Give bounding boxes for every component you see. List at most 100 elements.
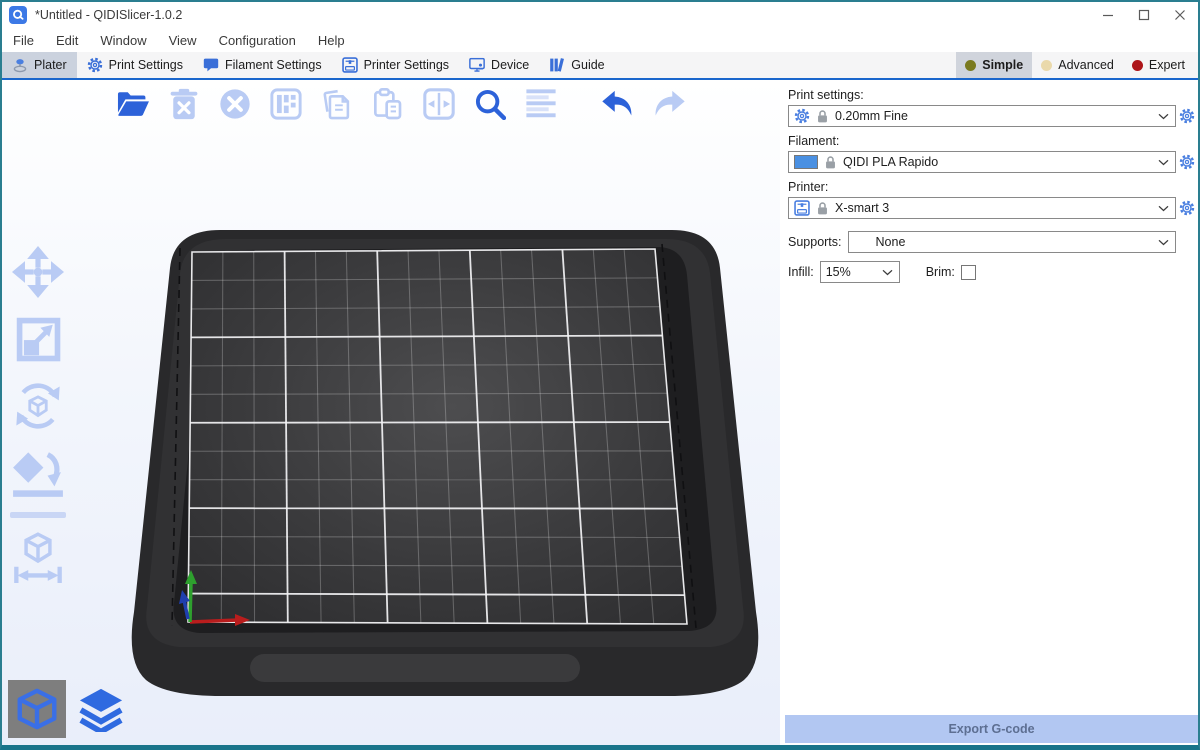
window-title: *Untitled - QIDISlicer-1.0.2	[35, 8, 182, 22]
mode-label: Expert	[1149, 58, 1185, 72]
minimize-button[interactable]	[1090, 2, 1126, 28]
redo-button[interactable]	[650, 86, 688, 122]
delete-button[interactable]	[165, 86, 203, 122]
tab-plater[interactable]: Plater	[2, 52, 77, 78]
open-button[interactable]	[114, 86, 152, 122]
search-button[interactable]	[471, 86, 509, 122]
mode-selector: Simple Advanced Expert	[956, 52, 1198, 78]
filament-color-swatch	[794, 155, 818, 169]
menu-configuration[interactable]: Configuration	[208, 33, 307, 48]
layers-preview-view-button[interactable]	[72, 680, 130, 738]
filament-combobox[interactable]: QIDI PLA Rapido	[788, 151, 1176, 173]
scale-button[interactable]	[10, 311, 66, 367]
3d-viewport[interactable]	[2, 80, 780, 745]
tab-guide[interactable]: Guide	[539, 52, 614, 78]
mode-label: Simple	[982, 58, 1023, 72]
printer-value: X-smart 3	[835, 201, 1152, 215]
settings-panel: Print settings: 0.20mm Fine Filament: QI…	[780, 80, 1198, 745]
plater-icon	[12, 57, 28, 73]
tab-label: Print Settings	[109, 58, 183, 72]
tab-device[interactable]: Device	[459, 52, 539, 78]
app-logo-icon	[9, 6, 27, 24]
3d-editor-view-button[interactable]	[8, 680, 66, 738]
menu-help[interactable]: Help	[307, 33, 356, 48]
menu-window[interactable]: Window	[89, 33, 157, 48]
undo-button[interactable]	[599, 86, 637, 122]
lock-icon	[816, 201, 829, 215]
measure-button[interactable]	[10, 529, 66, 585]
filament-label: Filament:	[788, 134, 1198, 148]
edit-printer-button[interactable]	[1176, 197, 1198, 219]
printer-icon	[794, 200, 810, 216]
menubar: File Edit Window View Configuration Help	[2, 28, 1198, 52]
move-button[interactable]	[10, 244, 66, 300]
printer-combobox[interactable]: X-smart 3	[788, 197, 1176, 219]
print-settings-label: Print settings:	[788, 88, 1198, 102]
copy-button[interactable]	[318, 86, 356, 122]
chevron-down-icon	[1158, 159, 1169, 166]
view-switch	[8, 680, 130, 738]
close-button[interactable]	[1162, 2, 1198, 28]
simple-mode-dot-icon	[965, 60, 976, 71]
mode-simple[interactable]: Simple	[956, 52, 1032, 78]
printer-icon	[342, 57, 358, 73]
menu-file[interactable]: File	[2, 33, 45, 48]
infill-value: 15%	[826, 265, 876, 279]
edit-filament-button[interactable]	[1176, 151, 1198, 173]
device-icon	[469, 57, 485, 73]
guide-icon	[549, 57, 565, 73]
tab-print-settings[interactable]: Print Settings	[77, 52, 193, 78]
mode-expert[interactable]: Expert	[1123, 52, 1194, 78]
advanced-mode-dot-icon	[1041, 60, 1052, 71]
print-settings-combobox[interactable]: 0.20mm Fine	[788, 105, 1176, 127]
split-button[interactable]	[420, 86, 458, 122]
gear-icon	[87, 57, 103, 73]
variable-layer-height-button[interactable]	[522, 86, 560, 122]
maximize-button[interactable]	[1126, 2, 1162, 28]
place-on-face-button[interactable]	[10, 445, 66, 501]
expert-mode-dot-icon	[1132, 60, 1143, 71]
filament-value: QIDI PLA Rapido	[843, 155, 1152, 169]
tab-label: Guide	[571, 58, 604, 72]
arrange-button[interactable]	[267, 86, 305, 122]
tab-label: Printer Settings	[364, 58, 449, 72]
export-gcode-button[interactable]: Export G-code	[785, 715, 1198, 743]
printer-label: Printer:	[788, 180, 1198, 194]
print-bed-render	[110, 226, 780, 712]
brim-checkbox[interactable]	[961, 265, 976, 280]
chevron-down-icon	[1158, 205, 1169, 212]
gizmo-toolbar	[10, 244, 66, 585]
brim-label: Brim:	[926, 265, 955, 279]
rotate-button[interactable]	[10, 378, 66, 434]
tab-label: Plater	[34, 58, 67, 72]
tab-label: Filament Settings	[225, 58, 322, 72]
menu-edit[interactable]: Edit	[45, 33, 89, 48]
lock-icon	[816, 109, 829, 123]
filament-icon	[203, 57, 219, 73]
titlebar: *Untitled - QIDISlicer-1.0.2	[2, 2, 1198, 28]
main-area: Print settings: 0.20mm Fine Filament: QI…	[2, 80, 1198, 745]
supports-label: Supports:	[788, 235, 842, 249]
infill-combobox[interactable]: 15%	[820, 261, 900, 283]
viewport-toolbar	[114, 86, 688, 122]
mode-label: Advanced	[1058, 58, 1114, 72]
menu-view[interactable]: View	[158, 33, 208, 48]
lock-icon	[824, 155, 837, 169]
chevron-down-icon	[882, 269, 893, 276]
supports-value: None	[854, 235, 1152, 249]
infill-label: Infill:	[788, 265, 814, 279]
tab-filament-settings[interactable]: Filament Settings	[193, 52, 332, 78]
paste-button[interactable]	[369, 86, 407, 122]
chevron-down-icon	[1158, 239, 1169, 246]
tab-printer-settings[interactable]: Printer Settings	[332, 52, 459, 78]
chevron-down-icon	[1158, 113, 1169, 120]
gear-icon	[794, 108, 810, 124]
app-window: *Untitled - QIDISlicer-1.0.2 File Edit W…	[0, 0, 1200, 750]
edit-print-settings-button[interactable]	[1176, 105, 1198, 127]
tabbar: Plater Print Settings Filament Settings …	[2, 52, 1198, 80]
mode-advanced[interactable]: Advanced	[1032, 52, 1123, 78]
print-settings-value: 0.20mm Fine	[835, 109, 1152, 123]
gizmo-separator	[10, 512, 66, 518]
supports-combobox[interactable]: None	[848, 231, 1176, 253]
delete-all-button[interactable]	[216, 86, 254, 122]
